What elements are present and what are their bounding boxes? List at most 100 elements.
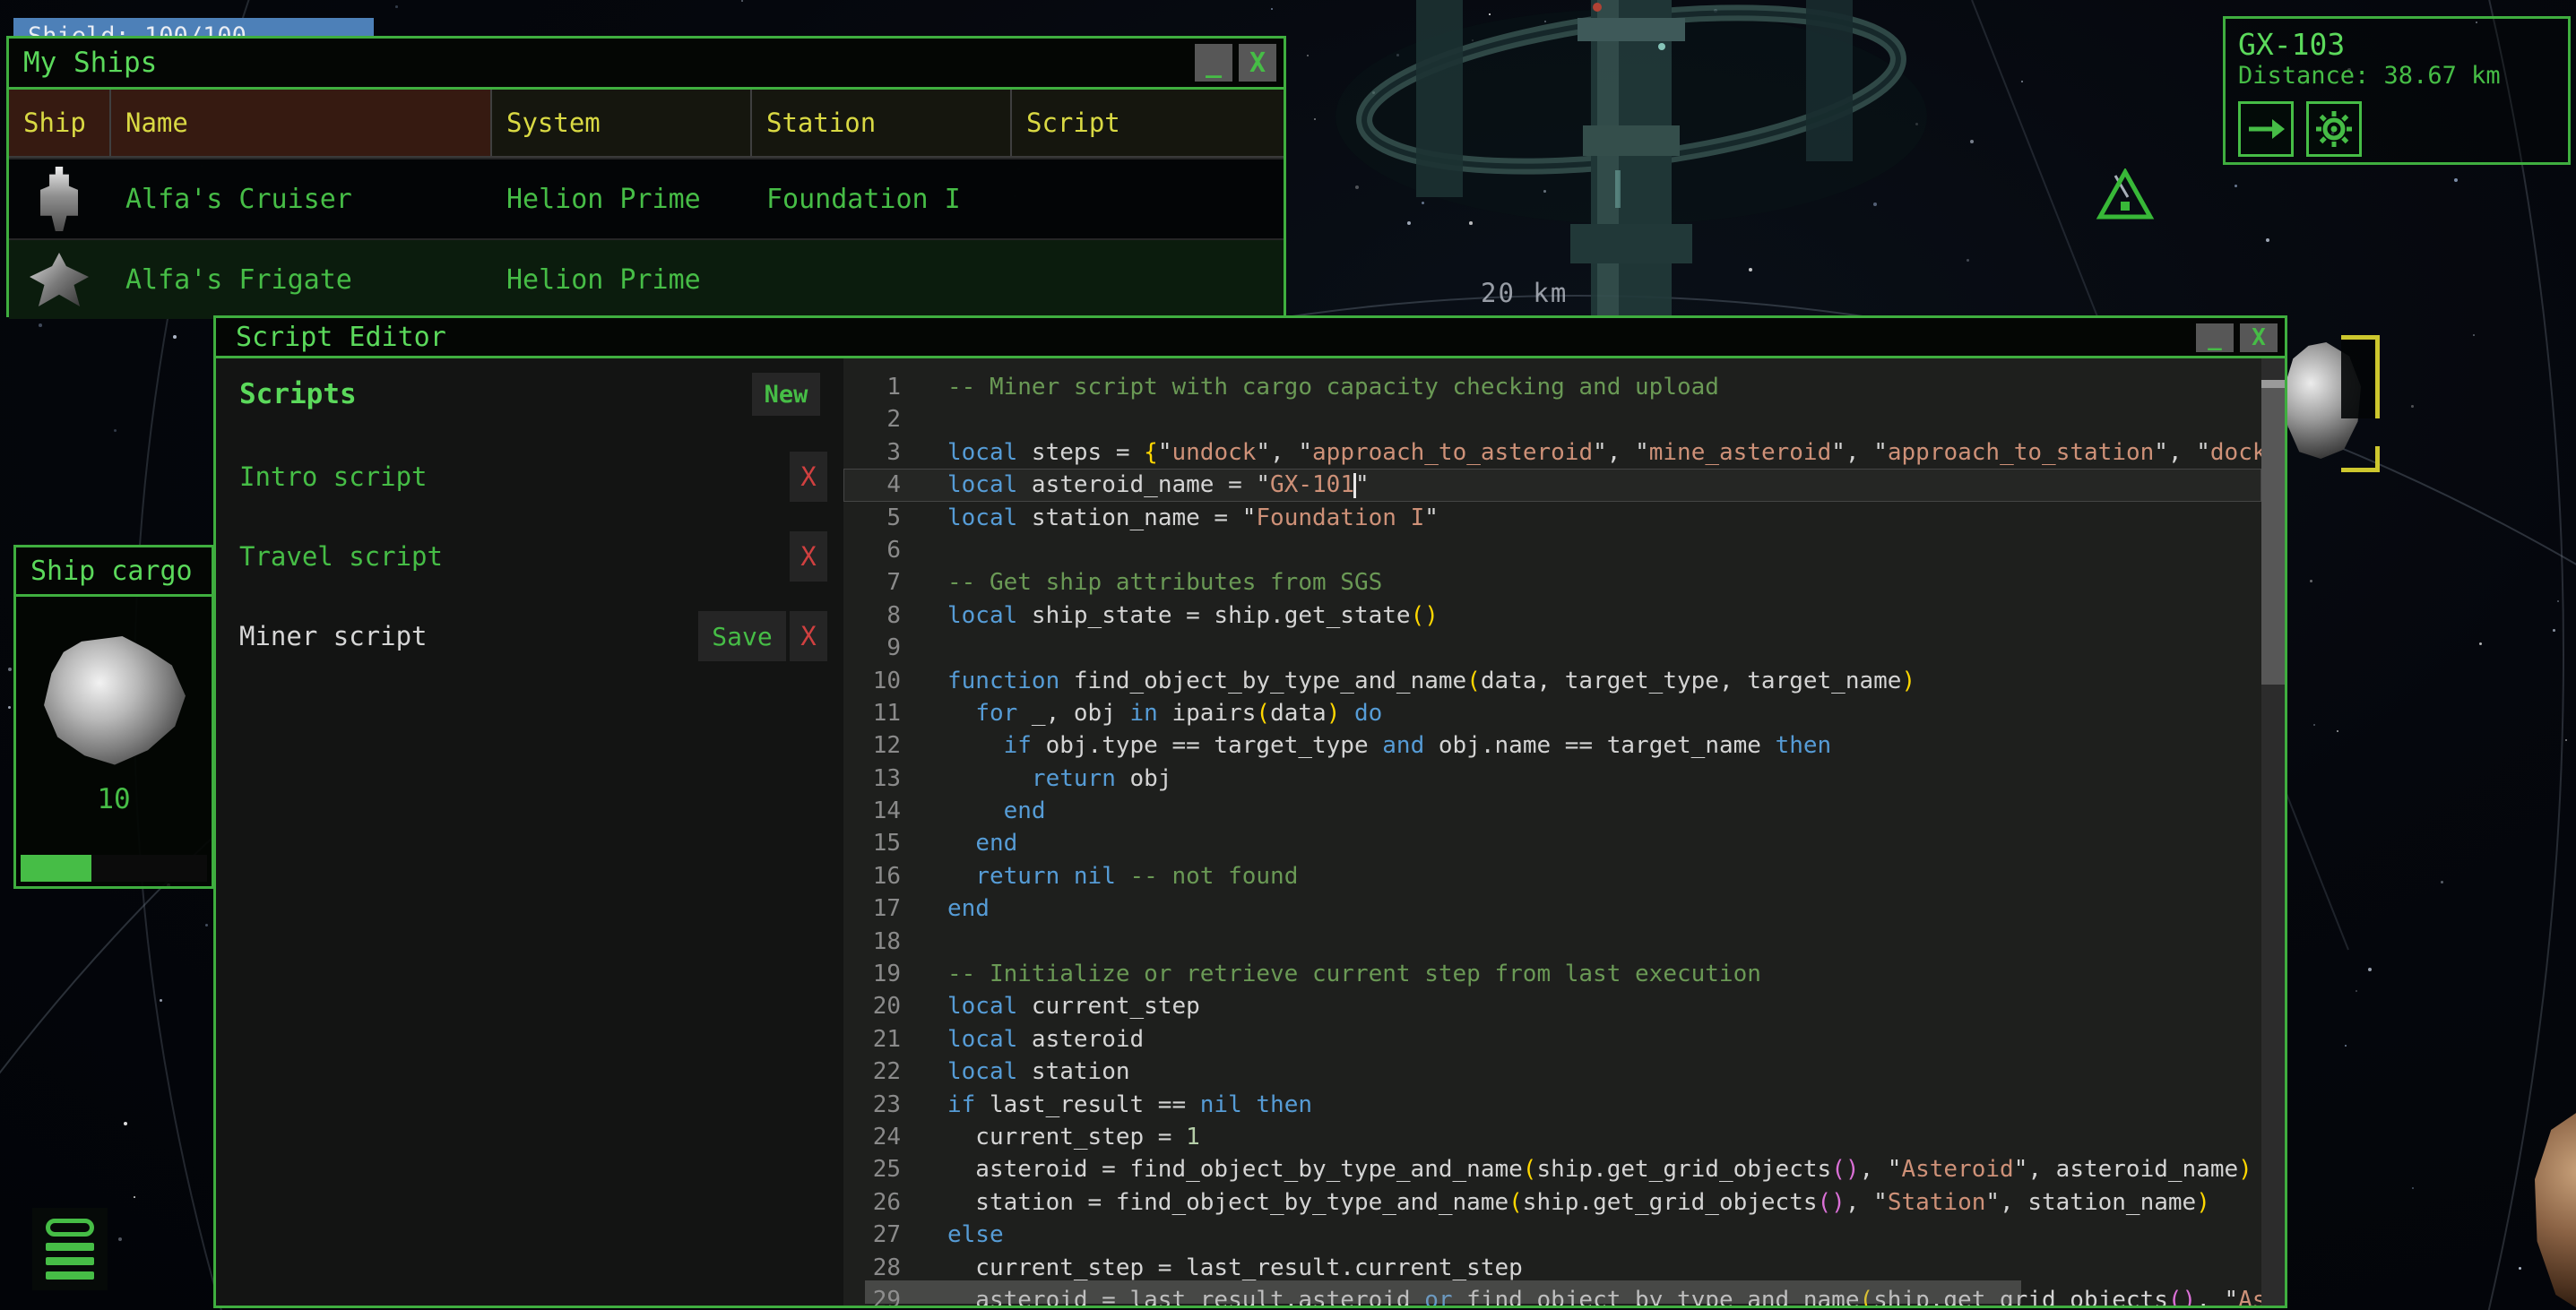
script-item[interactable]: Intro script X (216, 450, 843, 504)
line-number: 7 (843, 566, 901, 599)
code-line[interactable]: 13 return obj (843, 763, 2261, 795)
code-line[interactable]: 24 current_step = 1 (843, 1121, 2261, 1153)
code-text: return nil -- not found (947, 860, 2261, 892)
script-item[interactable]: Miner script SaveX (216, 609, 843, 663)
code-text: end (947, 892, 2261, 925)
cell-name: Alfa's Cruiser (109, 159, 490, 238)
vertical-scrollbar[interactable] (2261, 358, 2285, 1306)
code-line[interactable]: 16 return nil -- not found (843, 860, 2261, 892)
minimize-button[interactable]: _ (2196, 323, 2234, 352)
line-number: 27 (843, 1219, 901, 1251)
code-line[interactable]: 6 (843, 534, 2261, 566)
code-line[interactable]: 23 if last_result == nil then (843, 1089, 2261, 1121)
column-header-name[interactable]: Name (109, 90, 490, 156)
code-line[interactable]: 11 for _, obj in ipairs(data) do (843, 697, 2261, 729)
code-text: local asteroid (947, 1023, 2261, 1056)
column-header-system[interactable]: System (490, 90, 750, 156)
horizontal-scrollbar[interactable] (865, 1280, 2021, 1304)
close-button[interactable]: X (2240, 323, 2278, 352)
code-line[interactable]: 20local current_step (843, 990, 2261, 1022)
my-ships-window: My Ships _ X ShipNameSystemStationScript… (6, 36, 1286, 317)
code-line[interactable]: 25 asteroid = find_object_by_type_and_na… (843, 1153, 2261, 1185)
code-line[interactable]: 28 current_step = last_result.current_st… (843, 1252, 2261, 1284)
code-text: if last_result == nil then (947, 1089, 2261, 1121)
code-text: local station_name = "Foundation I" (947, 502, 2261, 534)
minimize-button[interactable]: _ (1195, 44, 1232, 82)
delete-script-button[interactable]: X (790, 452, 827, 502)
line-number: 22 (843, 1056, 901, 1088)
main-menu-button[interactable] (32, 1208, 108, 1290)
line-number: 11 (843, 697, 901, 729)
cargo-capacity-bar (21, 855, 207, 882)
ship-cargo-titlebar[interactable]: Ship cargo (16, 547, 212, 597)
code-line[interactable]: 21local asteroid (843, 1023, 2261, 1056)
code-line[interactable]: 3local steps = {"undock", "approach_to_a… (843, 436, 2261, 469)
script-item[interactable]: Travel scriptX (216, 530, 843, 583)
code-line[interactable]: 22 local station (843, 1056, 2261, 1088)
cruiser-ship-icon (40, 167, 78, 231)
save-script-button[interactable]: Save (698, 611, 786, 661)
code-text: else (947, 1219, 2261, 1251)
goto-target-button[interactable] (2238, 101, 2294, 157)
delete-script-button[interactable]: X (790, 531, 827, 582)
line-number: 23 (843, 1089, 901, 1121)
column-header-station[interactable]: Station (750, 90, 1010, 156)
target-info-panel: GX-103 Distance: 38.67 km (2223, 16, 2571, 165)
code-text: local asteroid_name = "GX-101" (947, 469, 2261, 501)
script-editor-titlebar[interactable]: Script Editor _ X (216, 318, 2285, 358)
code-text: local ship_state = ship.get_state() (947, 599, 2261, 632)
code-line[interactable]: 26 station = find_object_by_type_and_nam… (843, 1186, 2261, 1219)
vertical-scrollbar-thumb[interactable] (2261, 380, 2285, 685)
cell-ship (9, 240, 109, 319)
cell-script (1010, 240, 1284, 319)
code-text: local current_step (947, 990, 2261, 1022)
ore-quantity: 10 (16, 783, 212, 815)
code-line[interactable]: 17end (843, 892, 2261, 925)
cell-system: Helion Prime (490, 240, 750, 319)
code-line[interactable]: 12 if obj.type == target_type and obj.na… (843, 729, 2261, 762)
code-text: local station (947, 1056, 2261, 1088)
cell-station: Foundation I (750, 159, 1010, 238)
line-number: 25 (843, 1153, 901, 1185)
code-line[interactable]: 15 end (843, 827, 2261, 859)
my-ships-titlebar[interactable]: My Ships _ X (9, 39, 1284, 90)
script-name: Intro script (239, 461, 428, 492)
code-line[interactable]: 1-- Miner script with cargo capacity che… (843, 371, 2261, 403)
code-line[interactable]: 9 (843, 632, 2261, 664)
cell-station (750, 240, 1010, 319)
ship-cargo-body: 10 (16, 597, 212, 886)
ship-cargo-window: Ship cargo 10 (13, 545, 214, 889)
code-line[interactable]: 5local station_name = "Foundation I" (843, 502, 2261, 534)
close-button[interactable]: X (1239, 44, 1276, 82)
scripts-list: Intro scriptXTravel scriptXMiner scriptS… (216, 450, 843, 689)
scripts-header: Scripts (239, 378, 357, 410)
code-line[interactable]: 19-- Initialize or retrieve current step… (843, 958, 2261, 990)
code-line[interactable]: 8local ship_state = ship.get_state() (843, 599, 2261, 632)
game-screen: 20 km Shield: 100/100 My Ships _ X ShipN… (0, 0, 2576, 1310)
code-line[interactable]: 27 else (843, 1219, 2261, 1251)
line-number: 18 (843, 926, 901, 958)
code-line[interactable]: 10function find_object_by_type_and_name(… (843, 665, 2261, 697)
script-name: Miner script (239, 621, 428, 651)
code-editor[interactable]: 1-- Miner script with cargo capacity che… (843, 358, 2285, 1306)
new-script-button[interactable]: New (752, 373, 820, 416)
code-text: local steps = {"undock", "approach_to_as… (947, 436, 2261, 469)
column-header-ship[interactable]: Ship (9, 90, 109, 156)
code-line[interactable]: 4local asteroid_name = "GX-101" (843, 469, 2261, 501)
column-header-script[interactable]: Script (1010, 90, 1284, 156)
code-line[interactable]: 2 (843, 403, 2261, 435)
line-number: 13 (843, 763, 901, 795)
code-line[interactable]: 7-- Get ship attributes from SGS (843, 566, 2261, 599)
cargo-capacity-fill (21, 855, 91, 882)
code-line[interactable]: 18 (843, 926, 2261, 958)
delete-script-button[interactable]: X (790, 611, 827, 661)
ship-row[interactable]: Alfa's FrigateHelion Prime (9, 238, 1284, 319)
target-settings-button[interactable] (2306, 101, 2362, 157)
ore-item-icon[interactable] (39, 636, 190, 769)
code-text: current_step = last_result.current_step (947, 1252, 2261, 1284)
ship-row[interactable]: Alfa's CruiserHelion PrimeFoundation I (9, 158, 1284, 238)
target-distance: Distance: 38.67 km (2238, 62, 2555, 90)
code-line[interactable]: 14 end (843, 795, 2261, 827)
code-text (947, 534, 2261, 566)
ship-marker-icon[interactable] (2096, 168, 2155, 224)
